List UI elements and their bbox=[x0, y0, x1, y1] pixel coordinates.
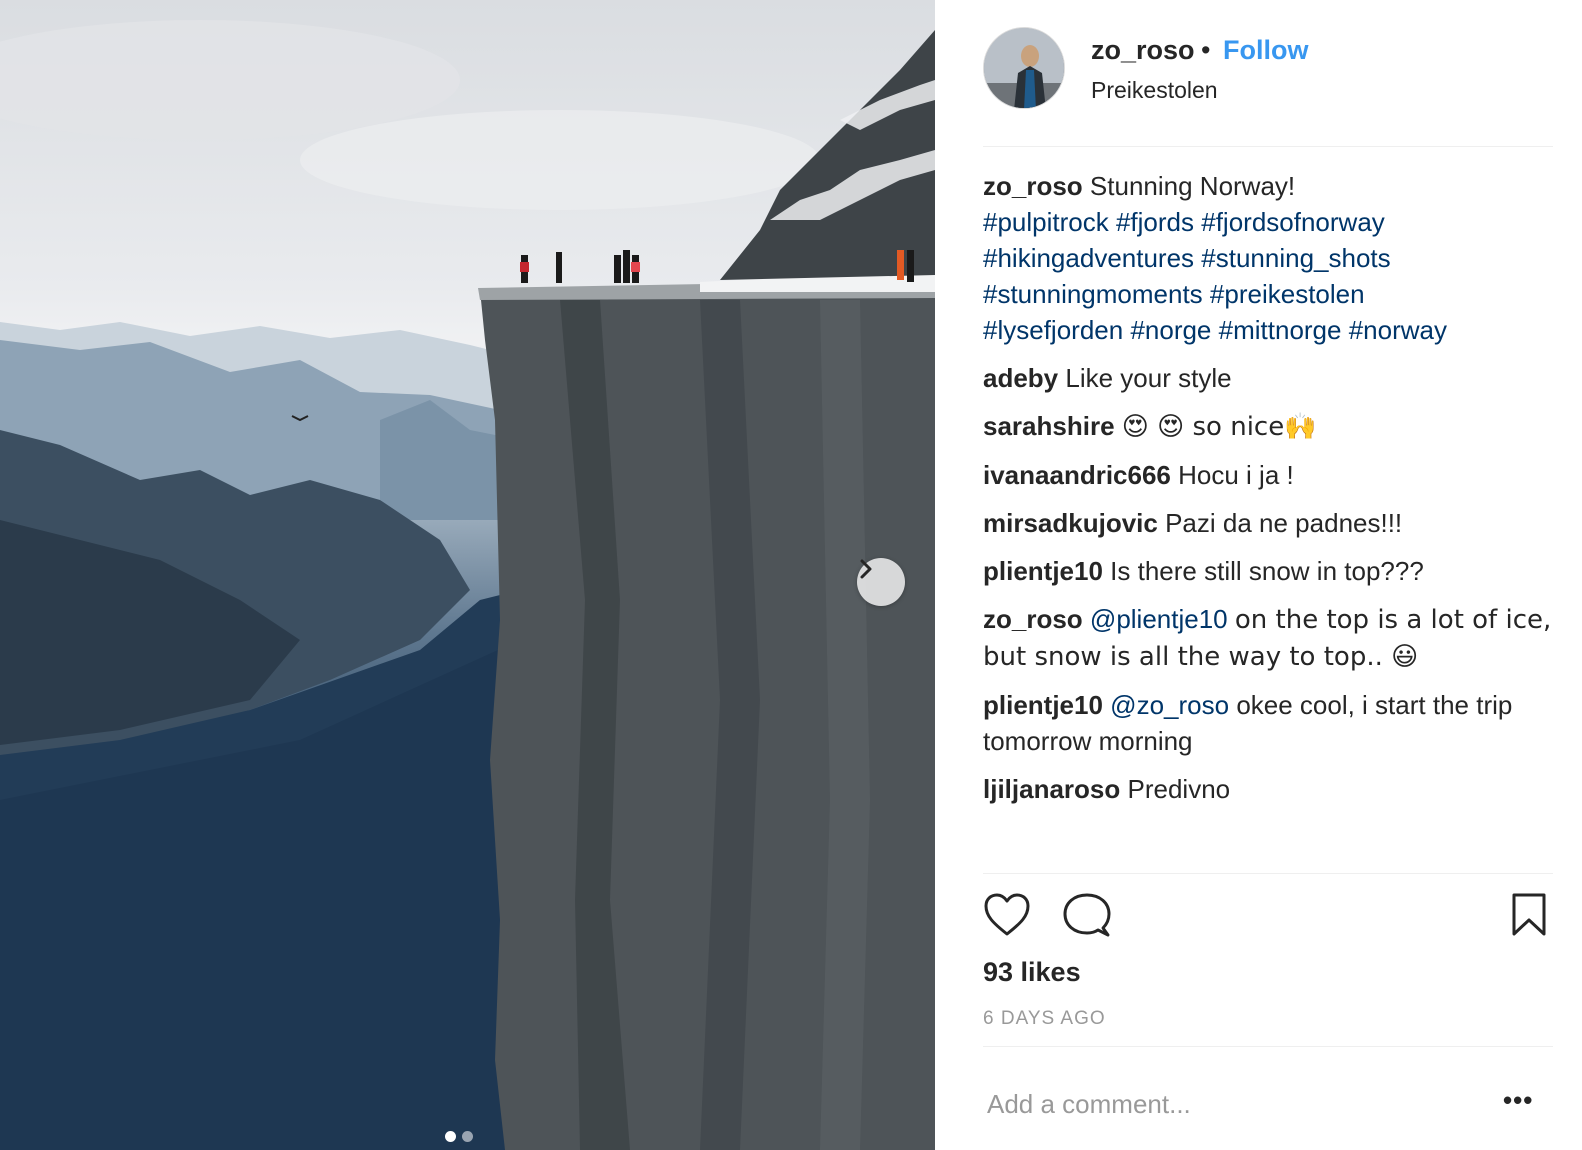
more-options-button[interactable]: ••• bbox=[1503, 1085, 1533, 1116]
comment-text: Predivno bbox=[1127, 774, 1231, 804]
comment-item: adeby Like your style bbox=[983, 360, 1558, 396]
post-sidebar: zo_roso • Follow Preikestolen zo_roso St… bbox=[935, 0, 1582, 1150]
caption: zo_roso Stunning Norway! #pulpitrock #fj… bbox=[983, 168, 1558, 348]
comment-username[interactable]: mirsadkujovic bbox=[983, 508, 1158, 538]
comment-username[interactable]: plientje10 bbox=[983, 690, 1103, 720]
hashtag[interactable]: #stunning_shots bbox=[1201, 243, 1390, 273]
hashtag[interactable]: #norge bbox=[1130, 315, 1211, 345]
hashtag[interactable]: #preikestolen bbox=[1210, 279, 1365, 309]
header-divider bbox=[983, 146, 1553, 147]
add-comment-input[interactable] bbox=[987, 1082, 1487, 1126]
carousel-dot-active bbox=[445, 1131, 456, 1142]
comment-username[interactable]: zo_roso bbox=[983, 604, 1083, 634]
comment-item: plientje10 Is there still snow in top??? bbox=[983, 553, 1558, 589]
hashtag[interactable]: #pulpitrock bbox=[983, 207, 1109, 237]
hashtag[interactable]: #norway bbox=[1349, 315, 1447, 345]
hashtag[interactable]: #fjordsofnorway bbox=[1201, 207, 1385, 237]
carousel-dot bbox=[462, 1131, 473, 1142]
comment-text: Pazi da ne padnes!!! bbox=[1165, 508, 1403, 538]
separator-bullet: • bbox=[1201, 35, 1211, 65]
caption-username[interactable]: zo_roso bbox=[983, 171, 1083, 201]
hashtag[interactable]: #hikingadventures bbox=[983, 243, 1194, 273]
comment-button[interactable] bbox=[1063, 892, 1111, 943]
comment-username[interactable]: plientje10 bbox=[983, 556, 1103, 586]
post-location[interactable]: Preikestolen bbox=[1091, 77, 1218, 104]
comment-username[interactable]: sarahshire bbox=[983, 411, 1115, 441]
next-slide-button[interactable] bbox=[857, 558, 905, 606]
save-button[interactable] bbox=[1511, 892, 1547, 943]
comment-username[interactable]: ljiljanaroso bbox=[983, 774, 1120, 804]
hashtag[interactable]: #mittnorge bbox=[1219, 315, 1342, 345]
comment-item: mirsadkujovic Pazi da ne padnes!!! bbox=[983, 505, 1558, 541]
avatar[interactable] bbox=[983, 27, 1065, 109]
post-timestamp[interactable]: 6 DAYS AGO bbox=[983, 1008, 1106, 1030]
comment-text: Is there still snow in top??? bbox=[1110, 556, 1424, 586]
hashtag[interactable]: #fjords bbox=[1116, 207, 1194, 237]
photo-scene bbox=[0, 20, 935, 1150]
post-username[interactable]: zo_roso bbox=[1091, 35, 1195, 66]
comment-username[interactable]: ivanaandric666 bbox=[983, 460, 1171, 490]
comment-input-divider bbox=[983, 1046, 1553, 1047]
caption-text: Stunning Norway! bbox=[1089, 171, 1296, 201]
like-button[interactable] bbox=[983, 892, 1031, 943]
post-photo[interactable] bbox=[0, 0, 935, 1150]
comment-text: Like your style bbox=[1065, 363, 1232, 393]
comment-icon bbox=[1063, 893, 1111, 937]
comment-mention[interactable]: @plientje10 bbox=[1090, 604, 1228, 634]
avatar-image bbox=[984, 28, 1064, 108]
comment-item: zo_roso @plientje10 on the top is a lot … bbox=[983, 601, 1558, 675]
action-bar bbox=[983, 892, 1553, 942]
comment-text: Hocu i ja ! bbox=[1178, 460, 1294, 490]
actions-divider bbox=[983, 873, 1553, 874]
post-header: zo_roso • Follow Preikestolen bbox=[983, 25, 1553, 145]
comments-section: zo_roso Stunning Norway! #pulpitrock #fj… bbox=[983, 168, 1558, 819]
comment-item: plientje10 @zo_roso okee cool, i start t… bbox=[983, 687, 1558, 759]
follow-button[interactable]: Follow bbox=[1223, 35, 1308, 66]
comment-item: ivanaandric666 Hocu i ja ! bbox=[983, 457, 1558, 493]
comment-item: ljiljanaroso Predivno bbox=[983, 771, 1558, 807]
comment-username[interactable]: adeby bbox=[983, 363, 1058, 393]
comment-mention[interactable]: @zo_roso bbox=[1110, 690, 1229, 720]
heart-icon bbox=[984, 893, 1030, 936]
likes-count[interactable]: 93 likes bbox=[983, 957, 1081, 988]
carousel-indicator bbox=[445, 1131, 473, 1142]
hashtag[interactable]: #lysefjorden bbox=[983, 315, 1123, 345]
comment-item: sarahshire 😍 😍 so nice🙌 bbox=[983, 408, 1558, 445]
bookmark-icon bbox=[1512, 893, 1546, 936]
hashtag[interactable]: #stunningmoments bbox=[983, 279, 1203, 309]
chevron-right-icon bbox=[860, 559, 872, 579]
comment-text: 😍 😍 so nice🙌 bbox=[1121, 412, 1317, 442]
